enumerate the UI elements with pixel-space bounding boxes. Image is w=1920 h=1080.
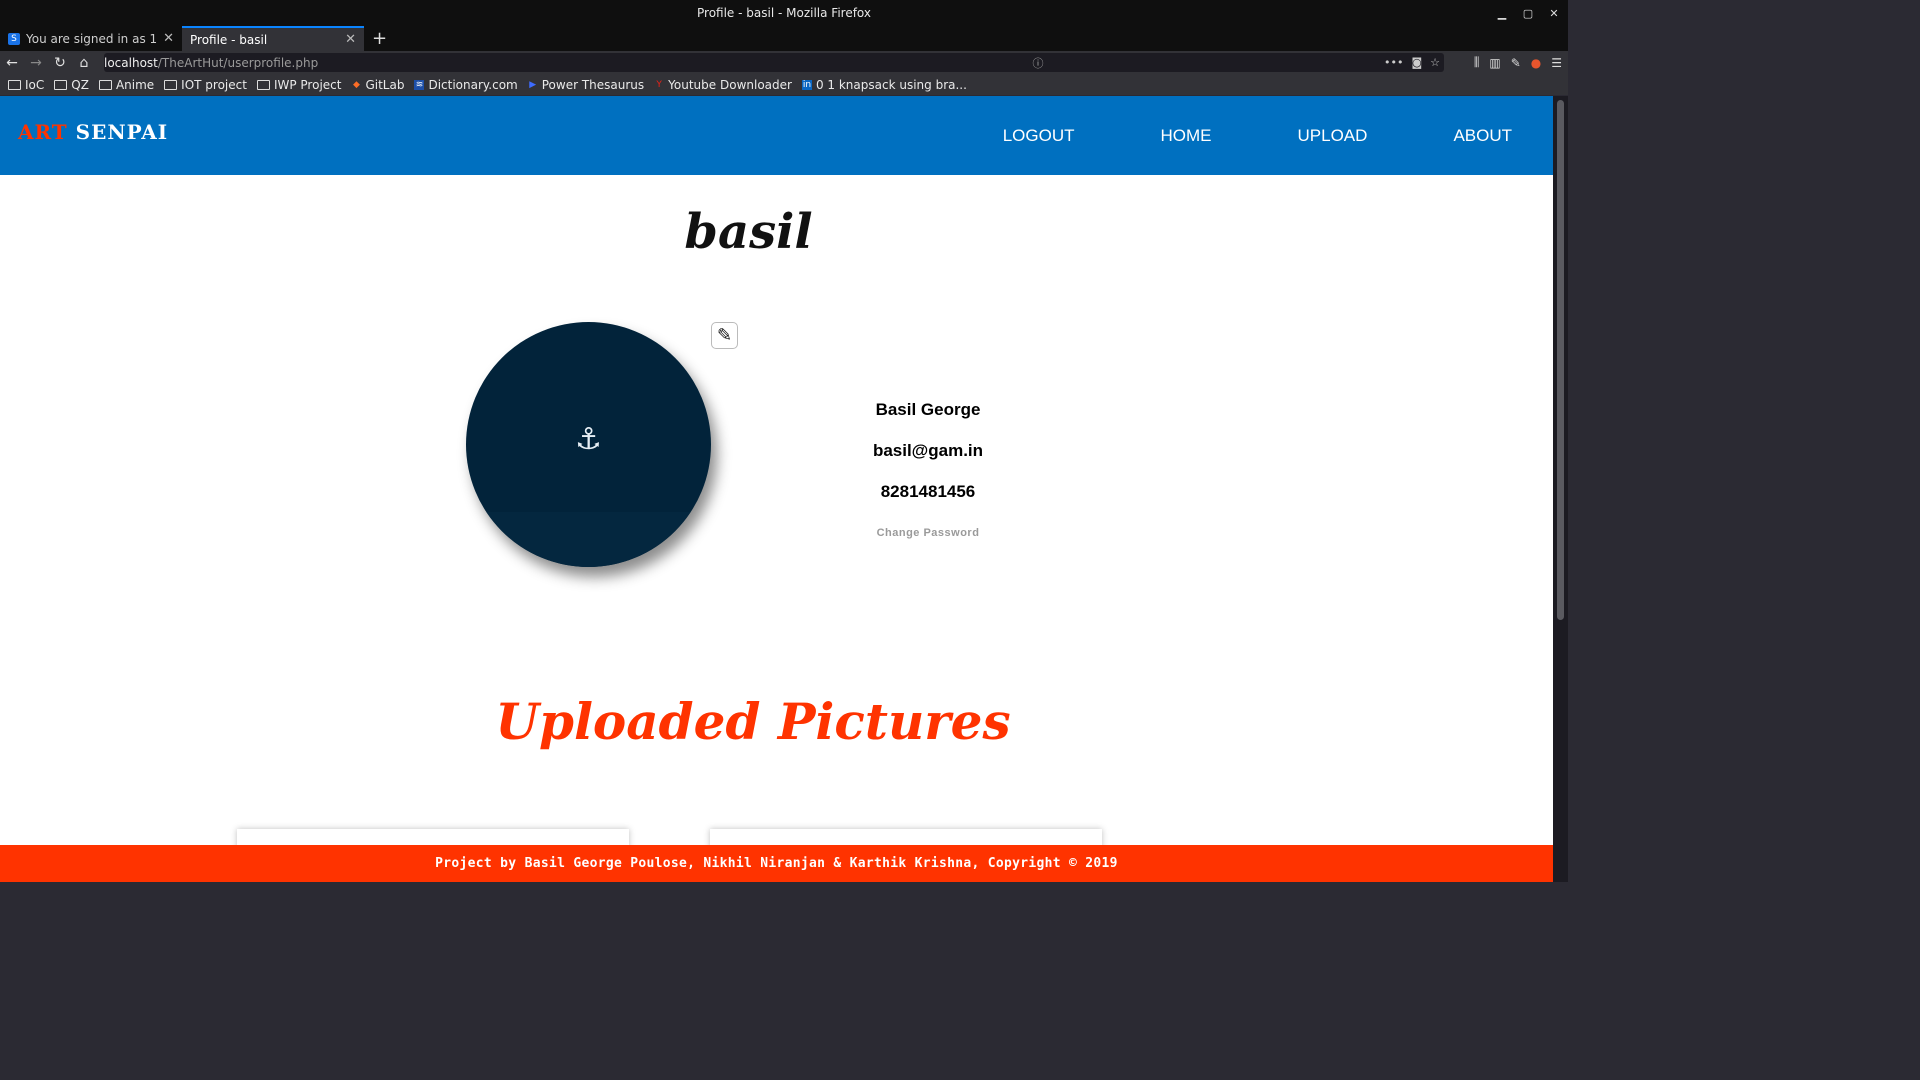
thesaurus-icon: ▶ <box>529 79 537 90</box>
toolbar-right: ⫼ ▥ ✎ ● ☰ <box>1474 51 1562 74</box>
url-path: /TheArtHut/userprofile.php <box>157 55 319 70</box>
extension-icon[interactable]: ✎ <box>1511 56 1521 70</box>
site-logo[interactable]: ART SENPAI <box>18 120 168 144</box>
bookmark-item[interactable]: in 0 1 knapsack using bra... <box>801 77 967 92</box>
bookmark-item[interactable]: ◆ GitLab <box>351 78 404 92</box>
site-info-icon[interactable]: ⓘ <box>938 55 1138 71</box>
folder-icon <box>164 79 178 90</box>
menu-icon[interactable]: ☰ <box>1551 56 1562 70</box>
bookmark-item[interactable]: IoC <box>8 78 44 92</box>
reload-icon[interactable]: ↻ <box>48 55 72 71</box>
bookmark-item[interactable]: ≋ Dictionary.com <box>414 77 518 92</box>
bookmark-label: IOT project <box>181 77 247 92</box>
profile-avatar: ⚓ <box>466 322 711 567</box>
folder-icon <box>256 79 270 90</box>
profile-phone: 8281481456 <box>880 482 976 501</box>
site-nav: LOGOUT HOME UPLOAD ABOUT <box>917 96 1553 175</box>
profile-username: basil <box>684 204 813 260</box>
url-actions: ••• ◙ ☆ <box>1384 53 1440 72</box>
minimize-icon[interactable]: ▁ <box>1496 7 1508 20</box>
tab-profile[interactable]: Profile - basil ✕ <box>182 26 364 51</box>
bookmark-item[interactable]: IWP Project <box>256 77 342 92</box>
pencil-icon: ✎ <box>716 325 733 346</box>
change-password-link[interactable]: Change Password <box>828 527 1028 539</box>
nav-home-link[interactable]: HOME <box>1161 126 1212 146</box>
tab-label: Profile - basil <box>190 32 268 47</box>
edit-profile-button[interactable]: ✎ <box>711 322 738 349</box>
avatar-shade <box>466 512 711 567</box>
maximize-icon[interactable]: ▢ <box>1522 7 1534 20</box>
extension-color-icon[interactable]: ● <box>1531 56 1541 70</box>
url-bar[interactable]: ⓘ localhost/TheArtHut/userprofile.php ••… <box>104 53 1444 72</box>
new-tab-button[interactable]: + <box>364 26 395 51</box>
bookmark-label: Youtube Downloader <box>668 77 792 92</box>
more-actions-icon[interactable]: ••• <box>1384 56 1403 69</box>
linkedin-icon: in <box>801 79 812 90</box>
folder-icon <box>98 79 112 90</box>
bookmark-item[interactable]: IOT project <box>164 78 247 92</box>
tab-close-icon[interactable]: ✕ <box>345 32 356 47</box>
tab-label: You are signed in as 1761 <box>26 31 158 46</box>
forward-icon[interactable]: → <box>24 55 48 71</box>
logo-text-senpai: SENPAI <box>75 120 169 144</box>
profile-full-name: Basil George <box>875 400 981 419</box>
bookmark-label: Anime <box>115 77 155 92</box>
tab-bar: S You are signed in as 1761 ✕ Profile - … <box>0 26 1568 51</box>
bookmark-item[interactable]: Anime <box>98 77 155 92</box>
back-icon[interactable]: ← <box>0 55 24 71</box>
folder-icon <box>54 79 68 90</box>
bookmark-label: GitLab <box>365 77 405 92</box>
tab-favicon-icon: S <box>8 32 20 45</box>
youtube-icon: Y <box>656 79 662 90</box>
dictionary-icon: ≋ <box>414 79 425 90</box>
pocket-icon[interactable]: ◙ <box>1411 56 1422 69</box>
window-titlebar: Profile - basil - Mozilla Firefox ▁ ▢ ✕ <box>0 0 1568 26</box>
nav-upload-link[interactable]: UPLOAD <box>1298 126 1368 146</box>
logo-text-art: ART <box>18 120 68 144</box>
library-icon[interactable]: ⫼ <box>1474 55 1480 70</box>
footer-text: Project by Basil George Poulose, Nikhil … <box>435 856 1118 871</box>
scrollbar-thumb[interactable] <box>1557 100 1564 620</box>
bookmarks-toolbar: IoC QZ Anime IOT project IWP Project ◆ Gi… <box>0 74 1568 95</box>
bookmark-label: IoC <box>25 77 45 92</box>
close-window-icon[interactable]: ✕ <box>1548 7 1560 20</box>
url-host: localhost <box>104 55 158 70</box>
gitlab-icon: ◆ <box>353 79 360 90</box>
bookmark-label: 0 1 knapsack using bra... <box>815 77 967 92</box>
bookmark-label: Dictionary.com <box>428 77 518 92</box>
uploaded-pictures-heading: Uploaded Pictures <box>495 692 1011 751</box>
bookmark-label: Power Thesaurus <box>541 77 645 92</box>
window-title: Profile - basil - Mozilla Firefox <box>697 6 871 20</box>
bookmark-label: IWP Project <box>273 77 342 92</box>
bookmark-item[interactable]: QZ <box>54 78 89 92</box>
site-footer: Project by Basil George Poulose, Nikhil … <box>0 845 1553 882</box>
bookmark-label: QZ <box>71 77 89 92</box>
bookmark-item[interactable]: Y Youtube Downloader <box>654 78 792 92</box>
sidebar-icon[interactable]: ▥ <box>1489 56 1500 70</box>
page-scrollbar[interactable] <box>1553 96 1568 882</box>
nav-about-link[interactable]: ABOUT <box>1453 126 1512 146</box>
bookmark-star-icon[interactable]: ☆ <box>1430 56 1440 69</box>
nav-logout-link[interactable]: LOGOUT <box>1003 126 1075 146</box>
tab-signed-in[interactable]: S You are signed in as 1761 ✕ <box>0 26 182 51</box>
folder-icon <box>8 79 21 90</box>
home-icon[interactable]: ⌂ <box>72 55 96 71</box>
bookmark-item[interactable]: ▶ Power Thesaurus <box>528 78 644 92</box>
window-controls: ▁ ▢ ✕ <box>1496 0 1560 26</box>
web-page: ART SENPAI LOGOUT HOME UPLOAD ABOUT basil… <box>0 96 1553 882</box>
profile-email: basil@gam.in <box>872 441 984 460</box>
site-header: ART SENPAI LOGOUT HOME UPLOAD ABOUT <box>0 96 1553 175</box>
navigation-toolbar: ← → ↻ ⌂ ⓘ localhost/TheArtHut/userprofil… <box>0 51 1568 74</box>
anchor-icon: ⚓ <box>575 422 602 457</box>
tab-close-icon[interactable]: ✕ <box>163 31 174 46</box>
